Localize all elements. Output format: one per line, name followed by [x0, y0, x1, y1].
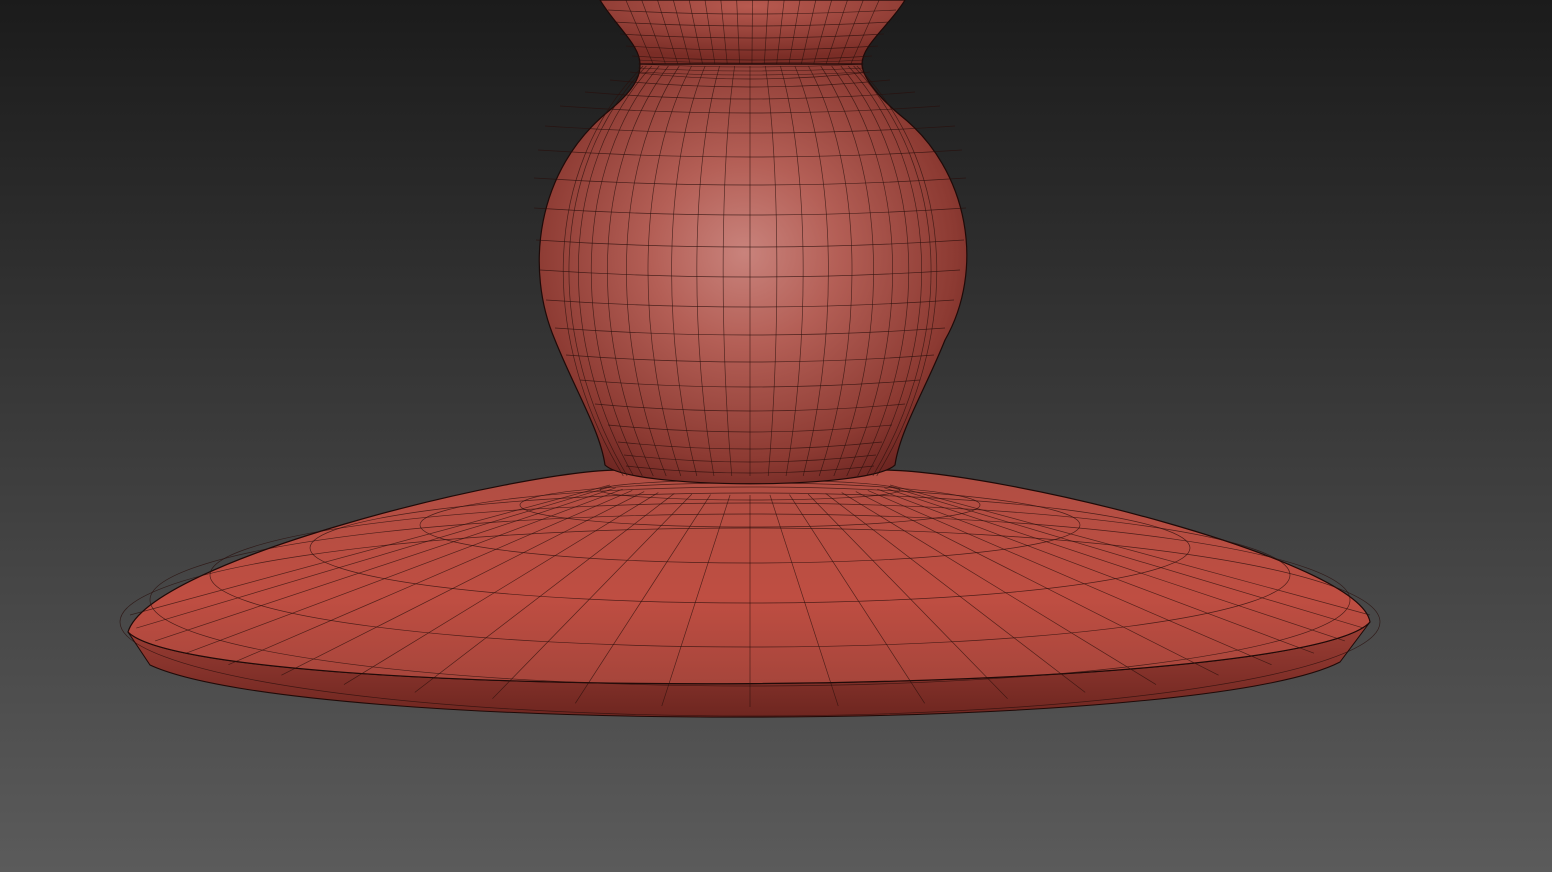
mesh-object[interactable] [0, 0, 1552, 872]
base-disc-top [127, 469, 1371, 685]
viewport-3d[interactable] [0, 0, 1552, 872]
